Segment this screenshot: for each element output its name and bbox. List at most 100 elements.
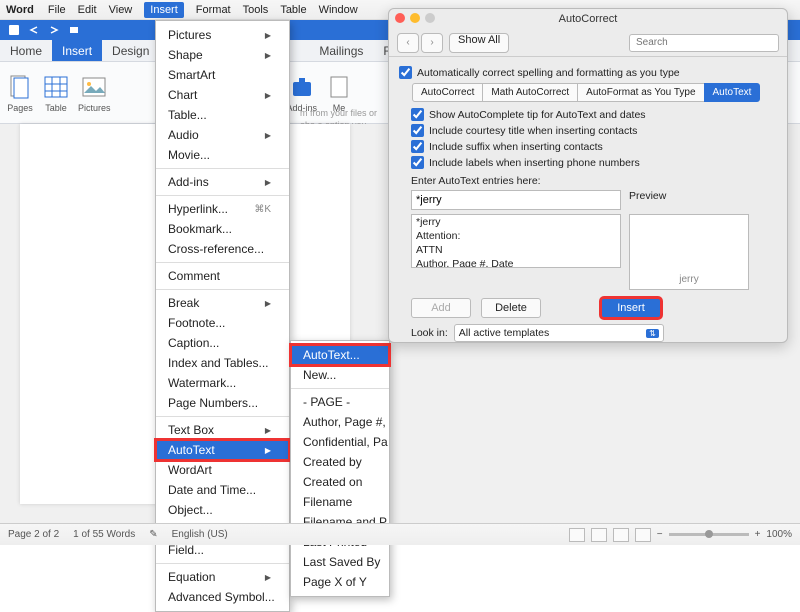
ribbon-addins[interactable]: Add-ins: [287, 73, 318, 113]
prefseg-math[interactable]: Math AutoCorrect: [482, 83, 578, 102]
pages-icon: [9, 74, 31, 100]
mi-hyperlink[interactable]: Hyperlink...⌘K: [156, 199, 289, 219]
menu-insert[interactable]: Insert: [144, 2, 184, 18]
save-icon[interactable]: [7, 23, 21, 37]
mi-smartart[interactable]: SmartArt: [156, 65, 289, 85]
mi-object[interactable]: Object...: [156, 500, 289, 520]
mi-audio[interactable]: Audio: [156, 125, 289, 145]
mi-shape[interactable]: Shape: [156, 45, 289, 65]
entry-field[interactable]: [411, 190, 621, 210]
zoom-value[interactable]: 100%: [766, 529, 792, 540]
entries-list[interactable]: *jerry Attention: ATTN Author, Page #, D…: [411, 214, 621, 268]
chk-labels[interactable]: Include labels when inserting phone numb…: [411, 156, 777, 169]
list-item[interactable]: ATTN: [412, 243, 620, 257]
menu-format[interactable]: Format: [196, 4, 231, 16]
forward-button[interactable]: ›: [421, 33, 443, 53]
mi-break[interactable]: Break: [156, 293, 289, 313]
menu-edit[interactable]: Edit: [78, 4, 97, 16]
mi-movie[interactable]: Movie...: [156, 145, 289, 165]
view-mode-3[interactable]: [613, 528, 629, 542]
chk-master-box[interactable]: [399, 66, 412, 79]
mi-crossref[interactable]: Cross-reference...: [156, 239, 289, 259]
view-mode-1[interactable]: [569, 528, 585, 542]
mi-autotext-new[interactable]: New...: [291, 365, 389, 385]
insert-button[interactable]: Insert: [601, 298, 661, 318]
menu-view[interactable]: View: [109, 4, 133, 16]
zoom-out-icon[interactable]: −: [657, 529, 663, 540]
menu-window[interactable]: Window: [319, 4, 358, 16]
mi-autotext[interactable]: AutoText: [156, 440, 289, 460]
table-icon: [44, 76, 68, 98]
delete-button[interactable]: Delete: [481, 298, 541, 318]
mi-at-filename[interactable]: Filename: [291, 492, 389, 512]
mi-table[interactable]: Table...: [156, 105, 289, 125]
status-page[interactable]: Page 2 of 2: [8, 529, 59, 540]
back-button[interactable]: ‹: [397, 33, 419, 53]
mi-pictures[interactable]: Pictures: [156, 25, 289, 45]
ribbon-table[interactable]: Table: [42, 73, 70, 113]
redo-icon[interactable]: [47, 23, 61, 37]
status-language[interactable]: English (US): [172, 529, 228, 540]
mi-wordart[interactable]: WordArt: [156, 460, 289, 480]
mi-at-createdby[interactable]: Created by: [291, 452, 389, 472]
chk-tip[interactable]: Show AutoComplete tip for AutoText and d…: [411, 108, 777, 121]
tab-mailings[interactable]: Mailings: [309, 40, 373, 61]
menu-table[interactable]: Table: [280, 4, 306, 16]
mi-at-pagexy[interactable]: Page X of Y: [291, 572, 389, 592]
print-icon[interactable]: [67, 23, 81, 37]
minimize-icon[interactable]: [410, 13, 420, 23]
mi-at-conf[interactable]: Confidential, Pa: [291, 432, 389, 452]
mi-caption[interactable]: Caption...: [156, 333, 289, 353]
zoom-in-icon[interactable]: +: [755, 529, 761, 540]
tab-design[interactable]: Design: [102, 40, 159, 61]
view-mode-2[interactable]: [591, 528, 607, 542]
list-item[interactable]: Author, Page #, Date: [412, 257, 620, 268]
zoom-slider[interactable]: [669, 533, 749, 536]
ribbon-table-label: Table: [45, 103, 67, 113]
list-item[interactable]: Attention:: [412, 229, 620, 243]
mi-equation[interactable]: Equation: [156, 567, 289, 587]
status-spellcheck-icon[interactable]: ✎: [149, 529, 157, 540]
mi-bookmark[interactable]: Bookmark...: [156, 219, 289, 239]
ribbon-pictures[interactable]: Pictures: [78, 73, 111, 113]
chk-courtesy[interactable]: Include courtesy title when inserting co…: [411, 124, 777, 137]
status-wordcount[interactable]: 1 of 55 Words: [73, 529, 135, 540]
mi-at-createdon[interactable]: Created on: [291, 472, 389, 492]
show-all-button[interactable]: Show All: [449, 33, 509, 53]
mi-autotext-open[interactable]: AutoText...: [291, 345, 389, 365]
close-icon[interactable]: [395, 13, 405, 23]
search-input[interactable]: [629, 34, 779, 52]
prefseg-autocorrect[interactable]: AutoCorrect: [412, 83, 483, 102]
mi-at-author[interactable]: Author, Page #,: [291, 412, 389, 432]
ribbon-pages[interactable]: Pages: [6, 73, 34, 113]
prefseg-autotext[interactable]: AutoText: [704, 83, 761, 102]
mi-pagenums[interactable]: Page Numbers...: [156, 393, 289, 413]
mi-at-lastsaved[interactable]: Last Saved By: [291, 552, 389, 572]
list-item[interactable]: *jerry: [412, 215, 620, 229]
view-mode-4[interactable]: [635, 528, 651, 542]
ribbon-media[interactable]: Me: [325, 73, 353, 113]
mi-datetime[interactable]: Date and Time...: [156, 480, 289, 500]
mi-indextables[interactable]: Index and Tables...: [156, 353, 289, 373]
mi-at-page[interactable]: - PAGE -: [291, 392, 389, 412]
chk-suffix[interactable]: Include suffix when inserting contacts: [411, 140, 777, 153]
menu-tools[interactable]: Tools: [243, 4, 269, 16]
preview-box: jerry: [629, 214, 749, 290]
undo-icon[interactable]: [27, 23, 41, 37]
mi-addins[interactable]: Add-ins: [156, 172, 289, 192]
pref-titlebar[interactable]: AutoCorrect: [389, 9, 787, 29]
tab-home[interactable]: Home: [0, 40, 52, 61]
mi-advsym[interactable]: Advanced Symbol...: [156, 587, 289, 607]
tab-insert[interactable]: Insert: [52, 40, 102, 61]
menu-file[interactable]: File: [48, 4, 66, 16]
mi-footnote[interactable]: Footnote...: [156, 313, 289, 333]
chk-autocorrect-master[interactable]: Automatically correct spelling and forma…: [399, 66, 777, 79]
mi-comment[interactable]: Comment: [156, 266, 289, 286]
lookin-select[interactable]: All active templates ⇅: [454, 324, 664, 342]
mi-watermark[interactable]: Watermark...: [156, 373, 289, 393]
mi-chart[interactable]: Chart: [156, 85, 289, 105]
pref-title: AutoCorrect: [559, 13, 618, 25]
prefseg-asyoutype[interactable]: AutoFormat as You Type: [577, 83, 704, 102]
entries-label: Enter AutoText entries here:: [411, 175, 777, 187]
mi-textbox[interactable]: Text Box: [156, 420, 289, 440]
